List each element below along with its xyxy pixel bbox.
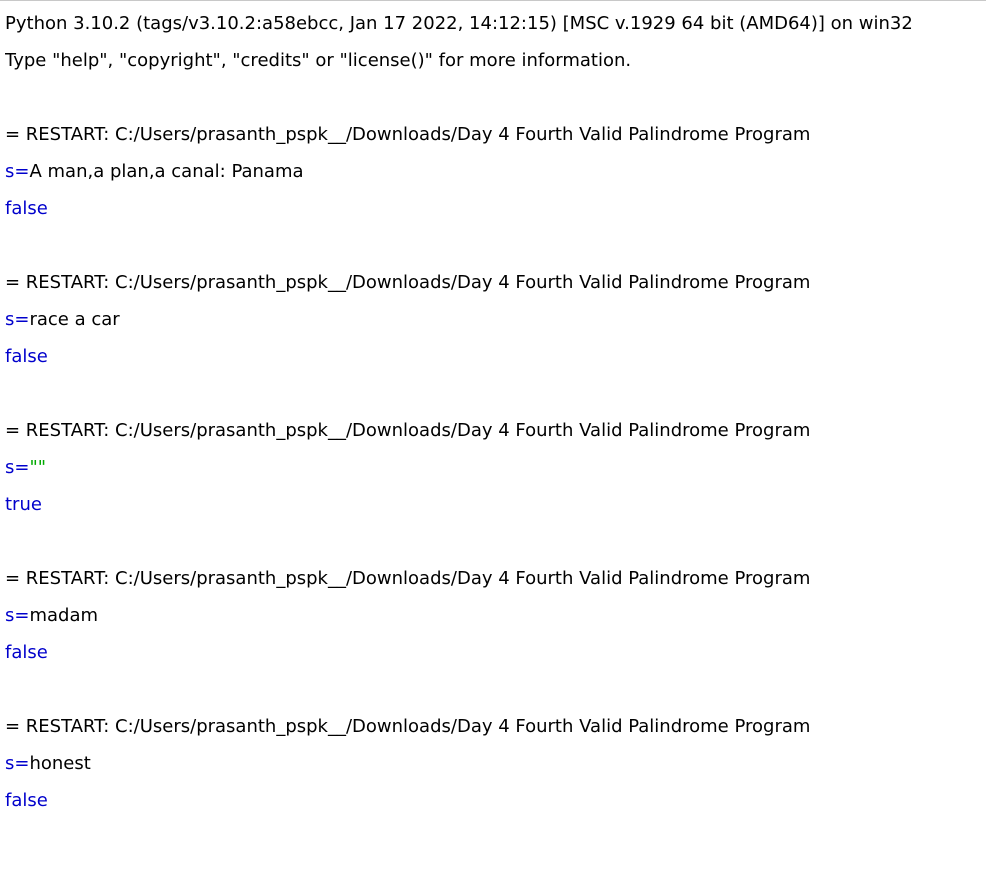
restart-line: = RESTART: C:/Users/prasanth_pspk__/Down… [5, 568, 811, 589]
python-shell-output[interactable]: Python 3.10.2 (tags/v3.10.2:a58ebcc, Jan… [5, 5, 980, 819]
input-value: A man,a plan,a canal: Panama [29, 161, 304, 182]
restart-line: = RESTART: C:/Users/prasanth_pspk__/Down… [5, 272, 811, 293]
output-line: false [5, 642, 48, 663]
output-line: false [5, 346, 48, 367]
restart-line: = RESTART: C:/Users/prasanth_pspk__/Down… [5, 420, 811, 441]
restart-line: = RESTART: C:/Users/prasanth_pspk__/Down… [5, 716, 811, 737]
run-block: = RESTART: C:/Users/prasanth_pspk__/Down… [5, 116, 980, 264]
run-block: = RESTART: C:/Users/prasanth_pspk__/Down… [5, 708, 980, 819]
run-block: = RESTART: C:/Users/prasanth_pspk__/Down… [5, 412, 980, 560]
input-prompt: s= [5, 161, 30, 182]
banner-info-line: Type "help", "copyright", "credits" or "… [5, 50, 632, 71]
input-value: "" [29, 457, 47, 478]
run-block: = RESTART: C:/Users/prasanth_pspk__/Down… [5, 560, 980, 708]
input-prompt: s= [5, 605, 30, 626]
input-value: honest [29, 753, 91, 774]
input-line: s="" [5, 449, 980, 486]
output-line: false [5, 790, 48, 811]
input-line: s=honest [5, 745, 980, 782]
input-prompt: s= [5, 457, 30, 478]
input-prompt: s= [5, 753, 30, 774]
window-top-border [0, 0, 986, 1]
banner-version-line: Python 3.10.2 (tags/v3.10.2:a58ebcc, Jan… [5, 13, 913, 34]
run-block: = RESTART: C:/Users/prasanth_pspk__/Down… [5, 264, 980, 412]
input-line: s=race a car [5, 301, 980, 338]
output-line: false [5, 198, 48, 219]
input-value: race a car [29, 309, 120, 330]
output-line: true [5, 494, 42, 515]
input-line: s=A man,a plan,a canal: Panama [5, 153, 980, 190]
input-line: s=madam [5, 597, 980, 634]
restart-line: = RESTART: C:/Users/prasanth_pspk__/Down… [5, 124, 811, 145]
input-value: madam [29, 605, 99, 626]
input-prompt: s= [5, 309, 30, 330]
